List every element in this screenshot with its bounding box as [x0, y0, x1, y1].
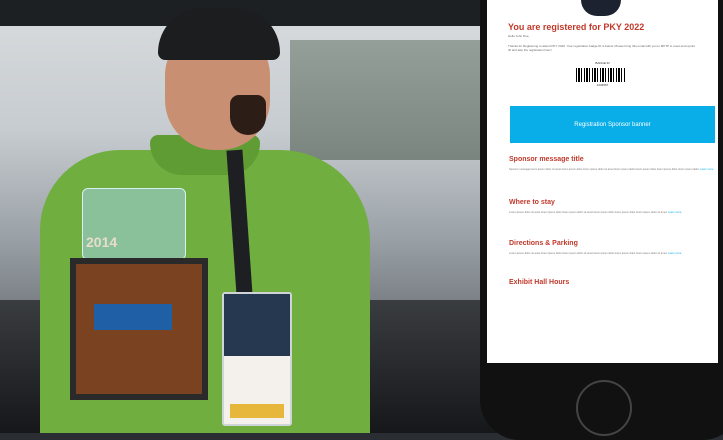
section-body-directions: Lorem ipsum dolor sit amet lorem ipsum d…	[509, 252, 682, 255]
directions-learn-more-link[interactable]: Learn more	[668, 252, 681, 255]
person-cap	[158, 8, 280, 60]
sponsor-banner[interactable]: Registration Sponsor banner	[510, 106, 715, 143]
badge-number: 1234567	[596, 83, 609, 87]
event-logo-icon	[581, 0, 621, 16]
badge-id-label: BADGE ID	[595, 61, 610, 65]
email-intro: Thanks for Registering to attend PKY 202…	[508, 44, 695, 52]
event-badge-footer	[230, 404, 284, 418]
section-title-stay: Where to stay	[509, 199, 555, 206]
trophy	[62, 188, 208, 400]
trophy-year: 2014	[86, 234, 118, 250]
section-title-sponsor: Sponsor message title	[509, 156, 584, 163]
event-badge	[222, 292, 292, 426]
section-title-exhibit: Exhibit Hall Hours	[509, 279, 570, 286]
stay-learn-more-link[interactable]: Learn more	[668, 211, 681, 214]
badge-barcode	[576, 68, 626, 82]
section-body-stay: Lorem ipsum dolor sit amet lorem ipsum d…	[509, 211, 682, 214]
trophy-plaque	[70, 258, 208, 400]
section-body-sponsor: Sponsor message lorem ipsum dolor sit am…	[509, 168, 714, 171]
email-screen: You are registered for PKY 2022 Hello Jo…	[487, 0, 718, 363]
email-greeting: Hello John Doe,	[508, 34, 530, 38]
event-badge-header	[224, 294, 290, 356]
person-beard	[230, 95, 266, 135]
background-screen	[290, 40, 480, 160]
email-title: You are registered for PKY 2022	[508, 22, 645, 32]
sponsor-learn-more-link[interactable]: Learn more	[700, 168, 713, 171]
home-button[interactable]	[576, 380, 632, 436]
trophy-plaque-bar	[94, 304, 172, 330]
section-title-directions: Directions & Parking	[509, 240, 578, 247]
